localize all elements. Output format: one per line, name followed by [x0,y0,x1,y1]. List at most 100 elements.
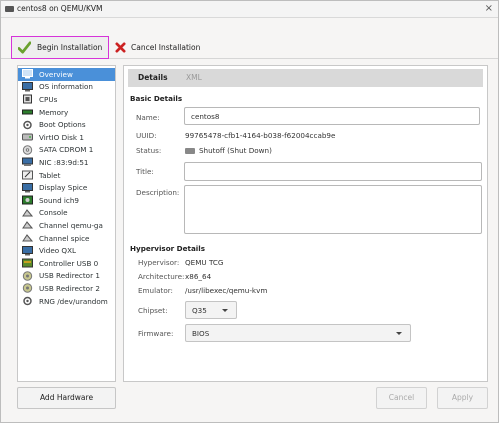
sidebar-item-sata-cdrom-1[interactable]: SATA CDROM 1 [18,144,115,157]
sidebar-item-label: Boot Options [39,120,86,130]
architecture-label: Architecture: [138,272,185,281]
chipset-value: Q35 [192,306,207,315]
sidebar-item-console[interactable]: Console [18,207,115,220]
boot-options-icon [23,120,32,129]
firmware-dropdown[interactable]: BIOS [185,324,411,342]
sidebar-item-video-qxl[interactable]: Video QXL [18,244,115,257]
status-value-wrapper: Shutoff (Shut Down) [185,146,272,155]
basic-details-heading: Basic Details [130,94,183,103]
sidebar-item-label: Display Spice [39,183,88,193]
display-icon [22,182,33,193]
name-field[interactable]: centos8 [184,107,480,125]
hardware-list: Overview OS information CPUs Memory Boot… [17,65,116,382]
sidebar-item-os-information[interactable]: OS information [18,81,115,94]
channel-icon [22,221,33,229]
overview-icon [22,69,33,79]
sidebar-item-label: CPUs [39,94,58,104]
sidebar-item-label: Channel spice [39,233,90,243]
cancel-x-icon [115,41,126,53]
sidebar-item-label: Console [39,208,68,218]
sidebar-item-channel-qemu-ga[interactable]: Channel qemu-ga [18,219,115,232]
tablet-icon [22,170,33,180]
window-title: centos8 on QEMU/KVM [17,4,103,13]
sidebar-item-label: NIC :83:9d:51 [39,157,89,167]
sidebar-item-label: Overview [39,69,73,79]
sidebar-item-label: SATA CDROM 1 [39,145,94,155]
cancel-button[interactable]: Cancel [376,387,427,409]
sidebar-item-label: Memory [39,107,69,117]
hypervisor-label: Hypervisor: [138,258,180,267]
sidebar-item-sound-ich9[interactable]: Sound ich9 [18,194,115,207]
cdrom-icon [22,145,33,155]
usb-redirector-icon [22,271,33,281]
console-icon [22,209,33,217]
uuid-value: 99765478-cfb1-4164-b038-f62004ccab9e [185,131,336,140]
begin-installation-label: Begin Installation [37,43,103,52]
title-field[interactable] [184,162,482,181]
add-hardware-button[interactable]: Add Hardware [17,387,116,409]
window-app-icon [5,6,14,12]
tab-details[interactable]: Details [138,73,168,82]
chipset-label: Chipset: [138,306,168,315]
name-label: Name: [136,113,160,122]
sidebar-item-label: Video QXL [39,246,77,256]
sidebar-item-overview[interactable]: Overview [18,68,115,81]
title-bar: centos8 on QEMU/KVM × [1,1,498,18]
chipset-dropdown[interactable]: Q35 [185,301,237,319]
sidebar-item-cpus[interactable]: CPUs [18,93,115,106]
sidebar-item-rng[interactable]: RNG /dev/urandom [18,295,115,308]
channel-icon [22,234,33,242]
sidebar-item-virtio-disk-1[interactable]: VirtIO Disk 1 [18,131,115,144]
uuid-label: UUID: [136,131,157,140]
controller-icon [22,258,33,268]
sidebar-item-label: USB Redirector 1 [39,271,100,281]
sidebar-item-usb-redirector-1[interactable]: USB Redirector 1 [18,270,115,283]
begin-installation-button[interactable]: Begin Installation [11,36,109,59]
checkmark-icon [18,41,31,54]
chevron-down-icon [396,332,402,335]
close-icon[interactable]: × [485,3,493,15]
cancel-installation-label: Cancel Installation [131,42,201,52]
chevron-down-icon [222,309,228,312]
tab-xml[interactable]: XML [186,73,202,82]
cancel-installation-button[interactable]: Cancel Installation [115,39,200,55]
tab-bar: Details XML [128,69,483,87]
nic-icon [22,157,33,167]
status-label: Status: [136,146,162,155]
details-panel: Details XML Basic Details Name: centos8 … [123,65,488,382]
description-label: Description: [136,188,180,197]
apply-button[interactable]: Apply [437,387,488,409]
architecture-value: x86_64 [185,272,212,281]
emulator-label: Emulator: [138,286,173,295]
shutoff-status-icon [185,148,195,154]
sidebar-item-memory[interactable]: Memory [18,106,115,119]
sidebar-item-label: Channel qemu-ga [39,220,103,230]
memory-icon [22,109,33,115]
sidebar-item-channel-spice[interactable]: Channel spice [18,232,115,245]
hypervisor-details-heading: Hypervisor Details [130,244,206,253]
sound-icon [22,195,33,205]
hypervisor-value: QEMU TCG [185,258,224,267]
description-field[interactable] [184,185,482,234]
sidebar-item-label: VirtIO Disk 1 [39,132,84,142]
firmware-label: Firmware: [138,329,174,338]
sidebar-item-tablet[interactable]: Tablet [18,169,115,182]
emulator-value: /usr/libexec/qemu-kvm [185,286,268,295]
sidebar-item-display-spice[interactable]: Display Spice [18,181,115,194]
disk-icon [22,133,33,141]
vm-details-window: centos8 on QEMU/KVM × Begin Installation… [0,0,499,423]
sidebar-item-usb-redirector-2[interactable]: USB Redirector 2 [18,282,115,295]
cpu-icon [23,94,32,104]
status-value: Shutoff (Shut Down) [199,146,272,155]
sidebar-item-boot-options[interactable]: Boot Options [18,118,115,131]
sidebar-item-label: USB Redirector 2 [39,283,100,293]
sidebar-item-controller-usb-0[interactable]: Controller USB 0 [18,257,115,270]
sidebar-item-label: Sound ich9 [39,195,79,205]
os-info-icon [22,81,33,92]
name-value: centos8 [191,112,220,121]
sidebar-item-nic[interactable]: NIC :83:9d:51 [18,156,115,169]
sidebar-item-label: OS information [39,82,93,92]
video-icon [22,245,33,256]
rng-icon [23,296,32,306]
sidebar-item-label: Tablet [39,170,61,180]
